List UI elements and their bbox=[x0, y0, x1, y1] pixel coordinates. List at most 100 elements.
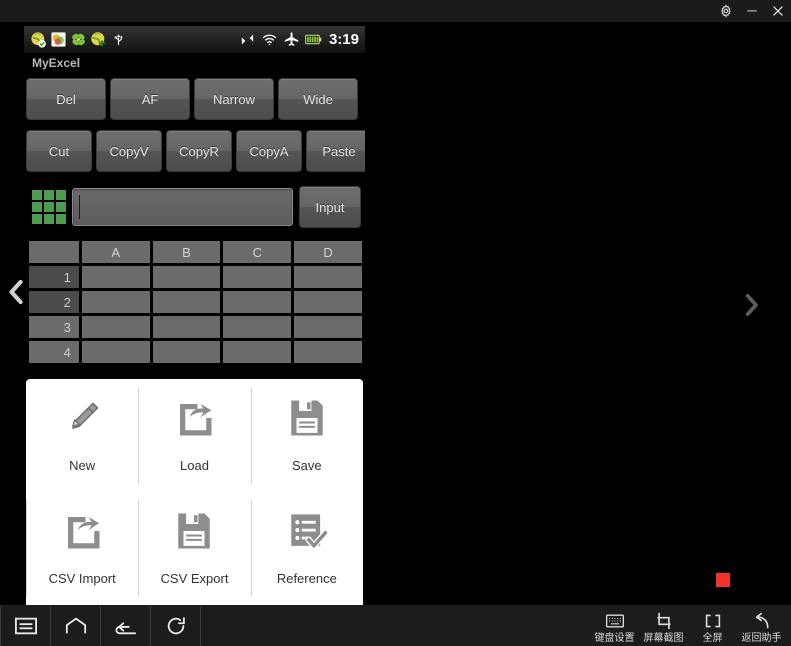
cell-a4[interactable] bbox=[81, 341, 150, 363]
menu-save-label: Save bbox=[292, 458, 322, 473]
close-icon[interactable] bbox=[765, 0, 791, 22]
return-assistant-button[interactable]: 返回助手 bbox=[738, 608, 785, 644]
settings-icon[interactable] bbox=[713, 0, 739, 22]
cell-c1[interactable] bbox=[223, 266, 292, 288]
column-header-d[interactable]: D bbox=[294, 241, 362, 263]
chevron-right-icon[interactable] bbox=[741, 291, 761, 324]
menu-csv-import[interactable]: CSV Import bbox=[26, 492, 138, 605]
keyboard-settings-label: 键盘设置 bbox=[594, 632, 635, 644]
back-arrow-icon bbox=[752, 611, 772, 631]
system-nav-bar: 键盘设置 屏幕截图 全屏 返回助手 bbox=[0, 605, 791, 646]
nav-tool-group: 键盘设置 屏幕截图 全屏 返回助手 bbox=[591, 608, 791, 644]
minimize-icon[interactable] bbox=[739, 0, 765, 22]
column-header-b[interactable]: B bbox=[152, 241, 221, 263]
keyboard-settings-button[interactable]: 键盘设置 bbox=[591, 608, 638, 644]
load-arrow-icon bbox=[59, 508, 105, 554]
crop-icon bbox=[654, 611, 674, 631]
recording-indicator bbox=[716, 573, 730, 587]
table-row: 2 bbox=[29, 291, 362, 313]
clover-icon bbox=[72, 33, 85, 46]
menu-load-label: Load bbox=[180, 458, 209, 473]
screenshot-button[interactable]: 屏幕截图 bbox=[640, 608, 687, 644]
signal-icon bbox=[241, 34, 254, 45]
cell-d4[interactable] bbox=[294, 341, 362, 363]
nav-menu-button[interactable] bbox=[1, 605, 51, 646]
android-status-bar: 3:19 bbox=[24, 26, 365, 54]
menu-load[interactable]: Load bbox=[138, 379, 250, 492]
status-clock: 3:19 bbox=[328, 31, 359, 48]
emulator-screen: 3:19 MyExcel Del AF Narrow Wide Cut Copy… bbox=[0, 22, 791, 605]
menu-save[interactable]: Save bbox=[250, 379, 363, 492]
copyv-button[interactable]: CopyV bbox=[96, 130, 162, 172]
wifi-icon bbox=[262, 34, 277, 46]
grid-icon[interactable] bbox=[32, 190, 66, 224]
toolbar-row-2: Cut CopyV CopyR CopyA Paste bbox=[26, 130, 365, 172]
window-title-bar bbox=[0, 0, 791, 22]
screenshot-label: 屏幕截图 bbox=[643, 632, 684, 644]
menu-reference[interactable]: Reference bbox=[250, 492, 363, 605]
cell-b1[interactable] bbox=[152, 266, 221, 288]
sheet-corner-cell[interactable] bbox=[29, 241, 79, 263]
menu-new-label: New bbox=[69, 458, 96, 473]
cell-a2[interactable] bbox=[81, 291, 150, 313]
nav-home-button[interactable] bbox=[51, 605, 101, 646]
formula-input-row: Input bbox=[26, 184, 363, 230]
row-header-3[interactable]: 3 bbox=[29, 316, 79, 338]
browser-check-icon bbox=[31, 32, 46, 48]
text-caret bbox=[79, 195, 80, 219]
browser-add-icon bbox=[91, 32, 106, 47]
menu-csv-export-label: CSV Export bbox=[160, 571, 229, 586]
cell-d1[interactable] bbox=[294, 266, 362, 288]
app-title-bar: MyExcel bbox=[24, 54, 365, 74]
return-assistant-label: 返回助手 bbox=[741, 632, 782, 644]
options-menu-sheet: New Load Save CSV Import CSV Export Refe… bbox=[26, 379, 363, 605]
cell-a3[interactable] bbox=[81, 316, 150, 338]
copyr-button[interactable]: CopyR bbox=[166, 130, 232, 172]
load-arrow-icon bbox=[171, 395, 217, 441]
cell-d3[interactable] bbox=[294, 316, 362, 338]
cell-b4[interactable] bbox=[152, 341, 221, 363]
nav-back-button[interactable] bbox=[101, 605, 151, 646]
toolbar-row-1: Del AF Narrow Wide bbox=[26, 78, 358, 120]
cut-button[interactable]: Cut bbox=[26, 130, 92, 172]
column-header-c[interactable]: C bbox=[223, 241, 292, 263]
cell-b3[interactable] bbox=[152, 316, 221, 338]
menu-new[interactable]: New bbox=[26, 379, 138, 492]
fullscreen-button[interactable]: 全屏 bbox=[689, 608, 736, 644]
row-header-1[interactable]: 1 bbox=[29, 266, 79, 288]
del-button[interactable]: Del bbox=[26, 78, 106, 120]
row-header-2[interactable]: 2 bbox=[29, 291, 79, 313]
spreadsheet-grid[interactable]: A B C D 1 2 3 4 bbox=[26, 238, 365, 366]
table-row: 4 bbox=[29, 341, 362, 363]
cell-c4[interactable] bbox=[223, 341, 292, 363]
paste-button[interactable]: Paste bbox=[306, 130, 365, 172]
battery-icon bbox=[305, 34, 322, 45]
sheet-table: A B C D 1 2 3 4 bbox=[26, 238, 365, 366]
airplane-mode-icon bbox=[284, 32, 299, 46]
copya-button[interactable]: CopyA bbox=[236, 130, 302, 172]
cell-c3[interactable] bbox=[223, 316, 292, 338]
narrow-button[interactable]: Narrow bbox=[194, 78, 274, 120]
cell-b2[interactable] bbox=[152, 291, 221, 313]
column-header-a[interactable]: A bbox=[81, 241, 150, 263]
notification-icons bbox=[24, 31, 127, 48]
nav-button-group bbox=[0, 605, 201, 646]
nav-refresh-button[interactable] bbox=[151, 605, 201, 646]
formula-input[interactable] bbox=[72, 188, 293, 226]
input-button[interactable]: Input bbox=[299, 186, 361, 228]
pencil-icon bbox=[59, 395, 105, 441]
row-header-4[interactable]: 4 bbox=[29, 341, 79, 363]
af-button[interactable]: AF bbox=[110, 78, 190, 120]
table-row: 3 bbox=[29, 316, 362, 338]
fullscreen-label: 全屏 bbox=[702, 632, 723, 644]
menu-reference-label: Reference bbox=[276, 571, 337, 586]
menu-csv-export[interactable]: CSV Export bbox=[138, 492, 250, 605]
cell-a1[interactable] bbox=[81, 266, 150, 288]
floppy-icon bbox=[171, 508, 217, 554]
wide-button[interactable]: Wide bbox=[278, 78, 358, 120]
cell-d2[interactable] bbox=[294, 291, 362, 313]
phone-viewport: 3:19 MyExcel Del AF Narrow Wide Cut Copy… bbox=[24, 26, 365, 605]
floppy-icon bbox=[284, 395, 330, 441]
system-status-icons: 3:19 bbox=[239, 31, 365, 48]
cell-c2[interactable] bbox=[223, 291, 292, 313]
